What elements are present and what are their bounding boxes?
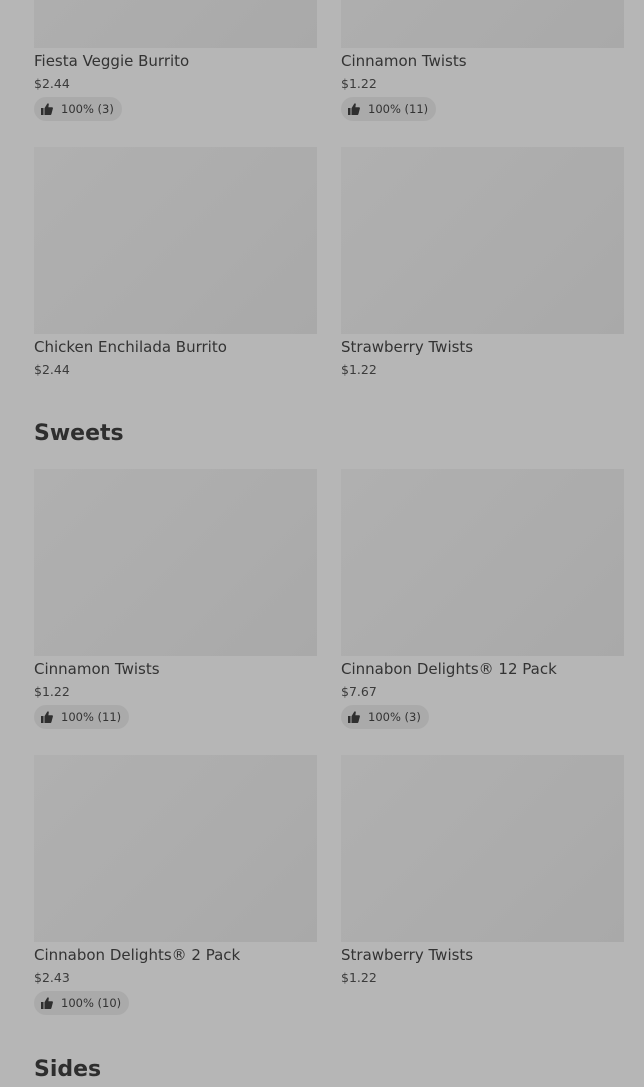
item-image [34, 755, 317, 942]
menu-item-card[interactable]: Cinnamon Twists $1.22 100% (11) [34, 469, 317, 729]
item-image [34, 469, 317, 656]
item-price: $7.67 [341, 684, 377, 699]
item-image [341, 755, 624, 942]
item-price: $1.22 [341, 76, 377, 91]
thumbs-up-icon [348, 711, 360, 723]
item-price: $2.44 [34, 362, 70, 377]
item-name: Cinnabon Delights® 2 Pack [34, 946, 241, 964]
item-image [341, 469, 624, 656]
section-title-sides: Sides [34, 1057, 102, 1082]
menu-item-card[interactable]: Fiesta Veggie Burrito $2.44 100% (3) [34, 0, 317, 121]
item-image [34, 0, 317, 48]
item-image [341, 147, 624, 334]
rating-text: 100% (3) [61, 102, 114, 116]
rating-badge: 100% (11) [34, 705, 130, 729]
thumbs-up-icon [348, 103, 360, 115]
item-name: Chicken Enchilada Burrito [34, 338, 227, 356]
item-image [341, 0, 624, 48]
menu-item-card[interactable]: Cinnabon Delights® 12 Pack $7.67 100% (3… [341, 469, 624, 729]
item-name: Cinnamon Twists [34, 660, 160, 678]
item-price: $1.22 [34, 684, 70, 699]
item-name: Strawberry Twists [341, 338, 474, 356]
section-title-sweets: Sweets [34, 421, 124, 446]
item-name: Fiesta Veggie Burrito [34, 52, 190, 70]
item-name: Cinnamon Twists [341, 52, 467, 70]
thumbs-up-icon [41, 997, 53, 1009]
menu-item-card[interactable]: Cinnabon Delights® 2 Pack $2.43 100% (10… [34, 755, 317, 1015]
menu-page: Fiesta Veggie Burrito $2.44 100% (3) Cin… [0, 0, 644, 1087]
menu-item-card[interactable]: Strawberry Twists $1.22 [341, 755, 624, 985]
menu-item-card[interactable]: Strawberry Twists $1.22 [341, 147, 624, 377]
item-price: $1.22 [341, 362, 377, 377]
item-price: $2.44 [34, 76, 70, 91]
item-price: $1.22 [341, 970, 377, 985]
thumbs-up-icon [41, 103, 53, 115]
rating-text: 100% (11) [368, 102, 429, 116]
item-name: Strawberry Twists [341, 946, 474, 964]
rating-text: 100% (10) [61, 996, 122, 1010]
rating-badge: 100% (3) [341, 705, 429, 729]
menu-item-card[interactable]: Chicken Enchilada Burrito $2.44 [34, 147, 317, 377]
rating-badge: 100% (11) [341, 97, 437, 121]
rating-text: 100% (11) [61, 710, 122, 724]
rating-text: 100% (3) [368, 710, 421, 724]
rating-badge: 100% (10) [34, 991, 130, 1015]
rating-badge: 100% (3) [34, 97, 122, 121]
menu-item-card[interactable]: Cinnamon Twists $1.22 100% (11) [341, 0, 624, 121]
thumbs-up-icon [41, 711, 53, 723]
item-image [34, 147, 317, 334]
item-name: Cinnabon Delights® 12 Pack [341, 660, 557, 678]
item-price: $2.43 [34, 970, 70, 985]
